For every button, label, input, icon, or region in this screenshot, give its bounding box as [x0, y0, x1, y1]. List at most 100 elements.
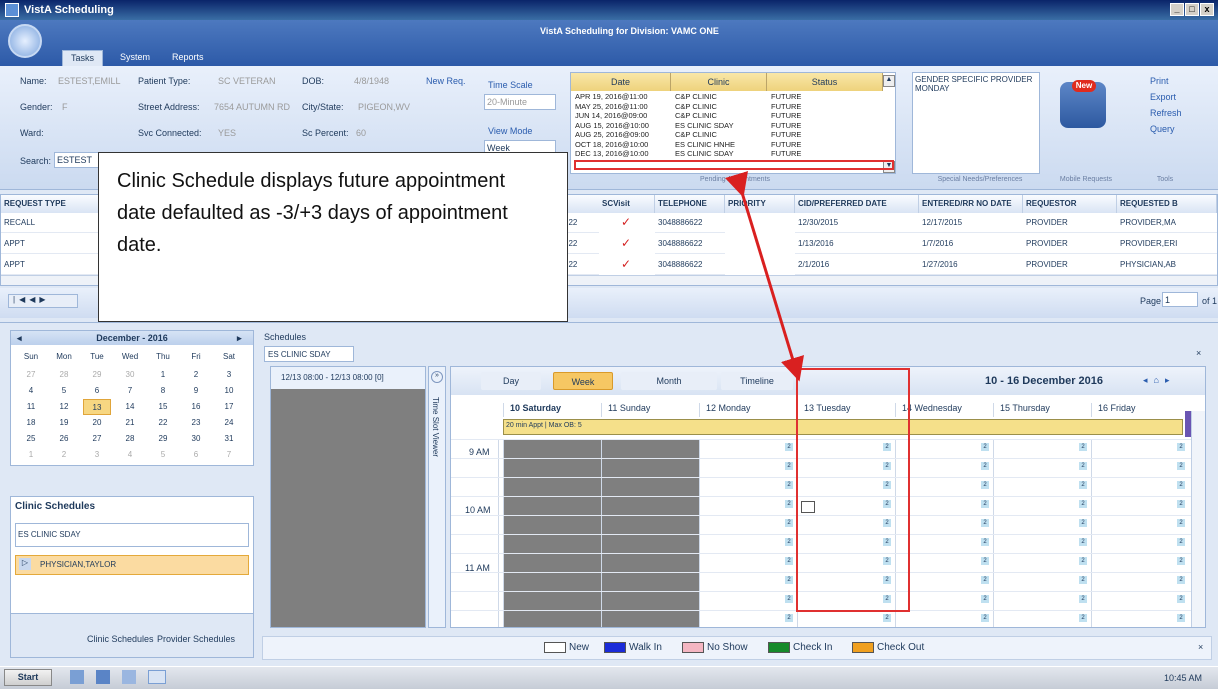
request-cell[interactable]: 12/30/2015 — [795, 213, 919, 233]
header-entered[interactable]: ENTERED/RR NO DATE — [919, 195, 1023, 213]
application-menu-button[interactable] — [8, 24, 42, 58]
appointment-cell[interactable]: FUTURE — [771, 121, 887, 130]
calendar-day[interactable]: 21 — [116, 415, 144, 431]
prev-month-icon[interactable]: ◂ — [17, 331, 22, 345]
appointment-cell[interactable]: C&P CLINIC — [675, 112, 771, 120]
calendar-day[interactable]: 29 — [83, 367, 111, 383]
appointment-cell[interactable]: AUG 15, 2016@10:00 — [575, 121, 675, 130]
header-telephone[interactable]: TELEPHONE — [655, 195, 725, 213]
calendar-day[interactable]: 7 — [215, 447, 243, 463]
calendar-day[interactable]: 13 — [83, 399, 111, 415]
time-slot-viewer-sidebar[interactable]: » Time Slot Viewer — [428, 366, 446, 628]
time-scale-select[interactable]: 20-Minute — [484, 94, 556, 110]
print-button[interactable]: Print — [1150, 76, 1169, 86]
tab-reports[interactable]: Reports — [164, 50, 212, 66]
calendar-day[interactable]: 16 — [182, 399, 210, 415]
calendar-day[interactable]: 14 — [116, 399, 144, 415]
query-button[interactable]: Query — [1150, 124, 1175, 134]
calendar-day[interactable]: 5 — [50, 383, 78, 399]
tab-tasks[interactable]: Tasks — [62, 50, 104, 66]
request-cell[interactable]: PROVIDER,MA — [1117, 213, 1217, 233]
range-nav-icons[interactable]: ◂⌂▸ — [1143, 375, 1175, 386]
pager-nav-buttons[interactable]: |◀◀▶ — [8, 294, 78, 308]
slot-range[interactable]: 12/13 08:00 - 12/13 08:00 [0] — [271, 367, 425, 389]
calendar-day[interactable]: 8 — [149, 383, 177, 399]
close-footer-icon[interactable]: × — [1198, 642, 1203, 652]
calendar-day[interactable]: 3 — [215, 367, 243, 383]
calendar-day[interactable]: 4 — [17, 383, 45, 399]
request-cell[interactable]: 3048886622 — [655, 234, 725, 254]
refresh-button[interactable]: Refresh — [1150, 108, 1182, 118]
provider-item[interactable]: PHYSICIAN,TAYLOR — [15, 555, 249, 575]
calendar-day[interactable]: 6 — [83, 383, 111, 399]
slot-viewer-arrow-icon[interactable]: » — [431, 371, 443, 383]
start-button[interactable]: Start — [4, 669, 52, 686]
calendar-day[interactable]: 19 — [50, 415, 78, 431]
calendar-day[interactable]: 20 — [83, 415, 111, 431]
tab-es-clinic-sday[interactable]: ES CLINIC SDAY — [264, 346, 354, 362]
request-cell[interactable]: PROVIDER — [1023, 234, 1117, 254]
taskbar-app-icon[interactable] — [70, 670, 84, 684]
calendar-day[interactable]: 1 — [17, 447, 45, 463]
header-scvisit[interactable]: SCVisit — [599, 195, 655, 213]
appointment-cell[interactable]: FUTURE — [771, 140, 887, 149]
taskbar-app-icon[interactable] — [122, 670, 136, 684]
view-month-button[interactable]: Month — [621, 372, 717, 390]
calendar-day[interactable]: 22 — [149, 415, 177, 431]
appointment-cell[interactable]: C&P CLINIC — [675, 93, 771, 101]
header-priority[interactable]: PRIORITY — [725, 195, 795, 213]
page-input[interactable]: 1 — [1162, 292, 1198, 307]
request-cell[interactable]: 12/17/2015 — [919, 213, 1023, 233]
calendar-day[interactable]: 31 — [215, 431, 243, 447]
calendar-day[interactable]: 30 — [182, 431, 210, 447]
header-requestor[interactable]: REQUESTOR — [1023, 195, 1117, 213]
calendar-day[interactable]: 5 — [149, 447, 177, 463]
expand-icon[interactable]: ▷ — [19, 558, 31, 570]
request-cell[interactable]: 2/1/2016 — [795, 255, 919, 275]
appointment-cell[interactable]: FUTURE — [771, 150, 887, 158]
calendar-day[interactable]: 26 — [50, 431, 78, 447]
request-cell[interactable]: PROVIDER — [1023, 255, 1117, 275]
appointment-cell[interactable]: JUN 14, 2016@09:00 — [575, 112, 675, 120]
request-cell[interactable]: PHYSICIAN,AB — [1117, 255, 1217, 275]
pending-appointments-list[interactable]: Date Clinic Status ▲ ▼ APR 19, 2016@11:0… — [570, 72, 896, 174]
calendar-day[interactable]: 29 — [149, 431, 177, 447]
calendar-day[interactable]: 15 — [149, 399, 177, 415]
close-button[interactable]: x — [1200, 3, 1214, 16]
view-timeline-button[interactable]: Timeline — [721, 372, 793, 390]
clinic-item[interactable]: ES CLINIC SDAY — [15, 523, 249, 547]
taskbar-window-icon[interactable] — [148, 670, 166, 684]
request-cell[interactable]: APPT — [1, 255, 101, 275]
appointment-cell[interactable]: APR 19, 2016@11:00 — [575, 93, 675, 101]
calendar-day[interactable]: 18 — [17, 415, 45, 431]
day-header[interactable]: 16 Friday — [1091, 403, 1189, 417]
header-request-type[interactable]: REQUEST TYPE — [1, 195, 101, 213]
maximize-button[interactable]: □ — [1185, 3, 1199, 16]
header-requested-by[interactable]: REQUESTED B — [1117, 195, 1217, 213]
request-cell[interactable]: PROVIDER — [1023, 213, 1117, 233]
appointment-cell[interactable]: ES CLINIC SDAY — [675, 121, 771, 130]
request-cell[interactable]: 1/13/2016 — [795, 234, 919, 254]
tab-clinic-schedules[interactable]: Clinic Schedules — [87, 634, 154, 644]
day-header[interactable]: 10 Saturday — [503, 403, 601, 417]
export-button[interactable]: Export — [1150, 92, 1176, 102]
appointment-cell[interactable]: C&P CLINIC — [675, 131, 771, 139]
calendar-day[interactable]: 24 — [215, 415, 243, 431]
appointment-cell[interactable]: DEC 13, 2016@10:00 — [575, 150, 675, 158]
scroll-up-icon[interactable]: ▲ — [883, 75, 895, 87]
column-date[interactable]: Date — [571, 73, 671, 91]
view-week-button[interactable]: Week — [553, 372, 613, 390]
request-cell[interactable]: APPT — [1, 234, 101, 254]
calendar-day[interactable]: 1 — [149, 367, 177, 383]
appointment-cell[interactable]: ES CLINIC HNHE — [675, 140, 771, 149]
calendar-day[interactable]: 7 — [116, 383, 144, 399]
calendar-day[interactable]: 27 — [17, 367, 45, 383]
request-cell[interactable]: RECALL — [1, 213, 101, 233]
header-cid-date[interactable]: CID/PREFERRED DATE — [795, 195, 919, 213]
calendar-day[interactable]: 4 — [116, 447, 144, 463]
appointment-cell[interactable]: FUTURE — [771, 112, 887, 120]
calendar-day[interactable]: 2 — [182, 367, 210, 383]
day-header[interactable]: 12 Monday — [699, 403, 797, 417]
calendar-day[interactable]: 11 — [17, 399, 45, 415]
calendar-day[interactable]: 27 — [83, 431, 111, 447]
